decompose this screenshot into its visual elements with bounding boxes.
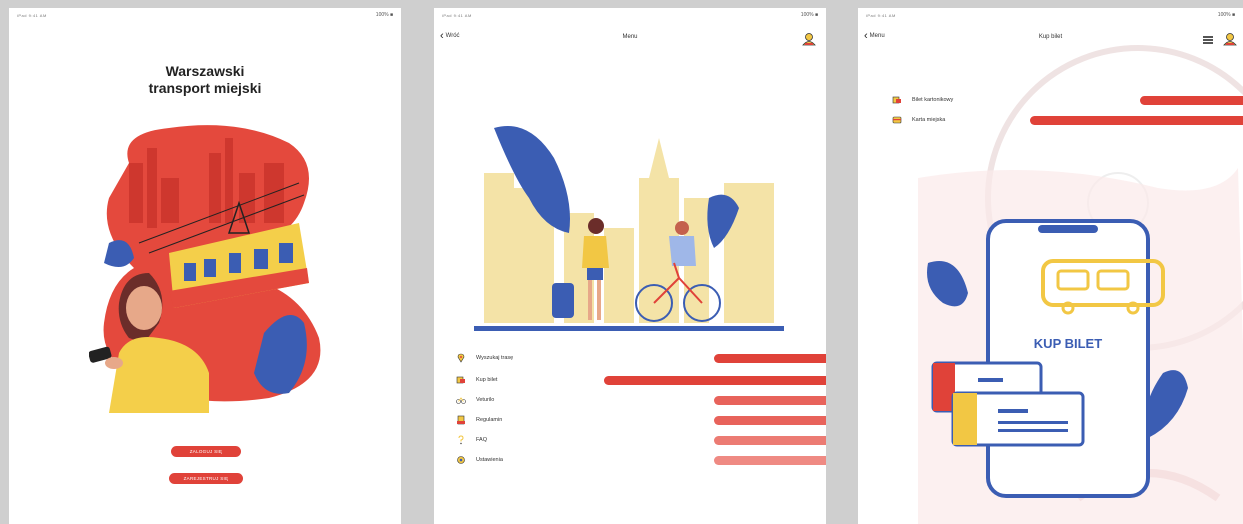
ticket-icon bbox=[456, 376, 465, 384]
paper-ticket-icon bbox=[892, 96, 901, 104]
app-title-line1: Warszawski bbox=[165, 63, 245, 79]
kup-bilet-label: KUP BILET bbox=[1034, 336, 1102, 351]
settings-icon bbox=[457, 456, 465, 464]
menu-item-rules[interactable]: Regulamin bbox=[456, 414, 502, 426]
menu-item-settings[interactable]: Ustawienia bbox=[456, 454, 503, 466]
menu-item-route[interactable]: Wyszukaj trasę bbox=[456, 352, 513, 364]
menu-bar-veturilo bbox=[714, 396, 826, 405]
city-tram-illustration bbox=[89, 125, 321, 413]
buy-ticket-illustration: KUP BILET bbox=[927, 219, 1188, 498]
menu-item-faq[interactable]: FAQ bbox=[456, 434, 487, 446]
menu-bar-faq bbox=[714, 436, 826, 445]
menu-item-label: Kup bilet bbox=[476, 377, 498, 383]
buy-ticket-screen: iPad 9:41 AM 100% ■ ‹ Menu Kup bilet Bil… bbox=[858, 8, 1243, 524]
menu-item-label: Regulamin bbox=[476, 417, 503, 423]
user-icon[interactable] bbox=[802, 32, 816, 46]
status-right: 100% ■ bbox=[375, 12, 393, 18]
menu-bar-route bbox=[714, 354, 826, 363]
ticket-option-paper[interactable]: Bilet kartonikowy bbox=[892, 94, 953, 106]
menu-bar-rules bbox=[714, 416, 826, 425]
nav-bar: ‹ Wróć Menu bbox=[434, 28, 826, 50]
menu-item-label: Ustawienia bbox=[476, 457, 503, 463]
status-left: iPad 9:41 AM bbox=[866, 13, 896, 18]
city-card-icon bbox=[892, 116, 902, 124]
ticket-option-label: Bilet kartonikowy bbox=[912, 97, 954, 103]
page-title: Menu bbox=[622, 34, 638, 40]
ticket-bar-paper bbox=[1140, 96, 1243, 105]
login-screen: iPad 9:41 AM 100% ■ Warszawski transport… bbox=[9, 8, 401, 524]
register-button[interactable]: ZAREJESTRUJ SIĘ bbox=[169, 473, 243, 484]
menu-item-buy-ticket[interactable]: Kup bilet bbox=[456, 374, 497, 386]
question-icon bbox=[458, 435, 464, 445]
document-icon bbox=[457, 415, 465, 425]
app-title: Warszawski transport miejski bbox=[9, 63, 401, 97]
menu-bar-settings bbox=[714, 456, 826, 465]
menu-icon[interactable] bbox=[1203, 36, 1213, 45]
status-right: 100% ■ bbox=[800, 12, 818, 18]
status-bar: iPad 9:41 AM 100% ■ bbox=[858, 8, 1243, 22]
menu-item-label: Wyszukaj trasę bbox=[476, 355, 514, 361]
menu-item-label: Veturilo bbox=[476, 397, 495, 403]
nav-bar: ‹ Menu Kup bilet bbox=[858, 28, 1243, 50]
status-bar: iPad 9:41 AM 100% ■ bbox=[9, 8, 401, 22]
login-button[interactable]: ZALOGUJ SIĘ bbox=[171, 446, 241, 457]
user-icon[interactable] bbox=[1223, 32, 1237, 46]
status-left: iPad 9:41 AM bbox=[17, 13, 47, 18]
route-icon bbox=[457, 353, 465, 363]
status-right: 100% ■ bbox=[1217, 12, 1235, 18]
city-travelers-illustration bbox=[474, 126, 784, 331]
bike-icon bbox=[456, 397, 466, 404]
ticket-bar-city-card bbox=[1030, 116, 1243, 125]
page-title: Kup bilet bbox=[1038, 34, 1063, 40]
app-title-line2: transport miejski bbox=[148, 80, 262, 96]
ticket-option-label: Karta miejska bbox=[912, 117, 946, 123]
menu-screen: iPad 9:41 AM 100% ■ ‹ Wróć Menu Wyszukaj… bbox=[434, 8, 826, 524]
status-left: iPad 9:41 AM bbox=[442, 13, 472, 18]
menu-item-label: FAQ bbox=[476, 437, 488, 443]
menu-item-veturilo[interactable]: Veturilo bbox=[456, 394, 494, 406]
status-bar: iPad 9:41 AM 100% ■ bbox=[434, 8, 826, 22]
menu-bar-buy-ticket bbox=[604, 376, 826, 385]
ticket-option-city-card[interactable]: Karta miejska bbox=[892, 114, 945, 126]
